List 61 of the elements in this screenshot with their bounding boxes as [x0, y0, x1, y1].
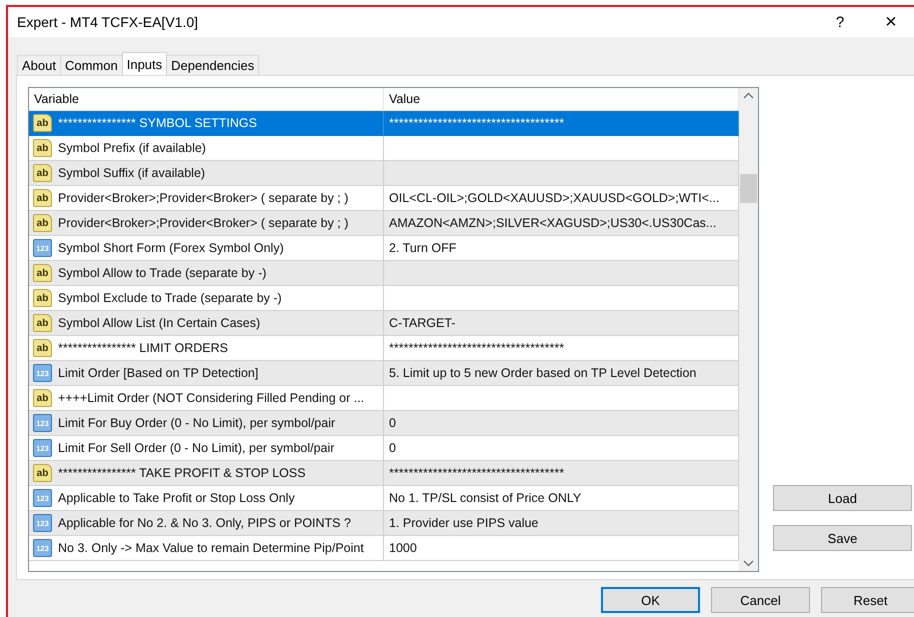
input-row[interactable]: ab Symbol Allow List (In Certain Cases) C-TARGET- [29, 311, 739, 336]
variable-value: 0 [389, 441, 396, 455]
dialog-button[interactable]: OK [601, 587, 700, 613]
variable-value: C-TARGET- [389, 316, 456, 330]
variable-value: 1. Provider use PIPS value [389, 516, 538, 530]
variable-value: ************************************ [389, 341, 564, 355]
text-type-icon: ab [33, 464, 52, 482]
text-type-icon: ab [33, 314, 52, 332]
window-title: Expert - MT4 TCFX-EA[V1.0] [17, 14, 200, 30]
text-type-icon: ab [33, 339, 52, 357]
variable-name: ++++Limit Order (NOT Considering Filled Pending or ... [58, 391, 364, 405]
help-button[interactable]: ? [812, 14, 868, 30]
variable-name: **************** TAKE PROFIT & STOP LOSS [58, 466, 306, 480]
load-button[interactable]: Load [773, 485, 912, 511]
input-row[interactable]: ab Symbol Allow to Trade (separate by -) [29, 261, 739, 286]
tab[interactable]: About [17, 55, 61, 75]
text-type-icon: ab [33, 139, 52, 157]
column-header[interactable]: Variable [29, 88, 384, 110]
variable-name: No 3. Only -> Max Value to remain Determine Pip/Point [58, 541, 364, 555]
dialog-button[interactable]: Reset [821, 587, 914, 613]
input-row[interactable]: ab Provider<Broker>;Provider<Broker> ( separate by ; ) AMAZON<AMZN>;SILVER<XAGUSD>;US30<.US30Cas... [29, 211, 739, 236]
variable-value: 0 [389, 416, 396, 430]
variable-name: Symbol Allow to Trade (separate by -) [58, 266, 266, 280]
text-type-icon: ab [33, 389, 52, 407]
scrollbar-thumb[interactable] [740, 174, 757, 203]
variable-name: Limit Order [Based on TP Detection] [58, 366, 258, 380]
variable-value: 5. Limit up to 5 new Order based on TP Level Detection [389, 366, 696, 380]
variable-name: Provider<Broker>;Provider<Broker> ( separate by ; ) [58, 191, 348, 205]
text-type-icon: ab [33, 214, 52, 232]
tab[interactable]: Dependencies [166, 55, 260, 75]
variable-value: 2. Turn OFF [389, 241, 456, 255]
variable-name: Symbol Exclude to Trade (separate by -) [58, 291, 282, 305]
dialog-button[interactable]: Cancel [711, 587, 810, 613]
variable-value: OIL<CL-OIL>;GOLD<XAUUSD>;XAUUSD<GOLD>;WTI<... [389, 191, 720, 205]
variable-name: Symbol Short Form (Forex Symbol Only) [58, 241, 284, 255]
variable-name: Limit For Buy Order (0 - No Limit), per symbol/pair [58, 416, 336, 430]
variable-value: 1000 [389, 541, 417, 555]
save-button[interactable]: Save [773, 525, 912, 551]
close-button[interactable]: × [868, 10, 914, 34]
variable-value: ************************************ [389, 466, 564, 480]
variable-name: **************** SYMBOL SETTINGS [58, 116, 257, 130]
variable-value: AMAZON<AMZN>;SILVER<XAGUSD>;US30<.US30Cas... [389, 216, 716, 230]
variable-value: ************************************ [389, 116, 564, 130]
variable-name: Symbol Allow List (In Certain Cases) [58, 316, 260, 330]
variable-name: Limit For Sell Order (0 - No Limit), per symbol/pair [58, 441, 334, 455]
text-type-icon: ab [33, 189, 52, 207]
input-row[interactable]: ab **************** SYMBOL SETTINGS ************************************ [29, 111, 739, 136]
variable-name: Applicable to Take Profit or Stop Loss Only [58, 491, 295, 505]
text-type-icon: ab [33, 289, 52, 307]
variable-name: Applicable for No 2. & No 3. Only, PIPS or POINTS ? [58, 516, 351, 530]
text-type-icon: ab [33, 164, 52, 182]
text-type-icon: ab [33, 114, 52, 132]
tab[interactable]: Inputs [122, 52, 168, 75]
input-row[interactable]: ab **************** TAKE PROFIT & STOP LOSS ************************************ [29, 461, 739, 486]
text-type-icon: ab [33, 264, 52, 282]
variable-name: Symbol Suffix (if available) [58, 166, 206, 180]
variable-name: Symbol Prefix (if available) [58, 141, 206, 155]
variable-value: No 1. TP/SL consist of Price ONLY [389, 491, 582, 505]
input-row[interactable]: ab Symbol Suffix (if available) [29, 161, 739, 186]
variable-name: Provider<Broker>;Provider<Broker> ( separate by ; ) [58, 216, 348, 230]
variable-name: **************** LIMIT ORDERS [58, 341, 228, 355]
